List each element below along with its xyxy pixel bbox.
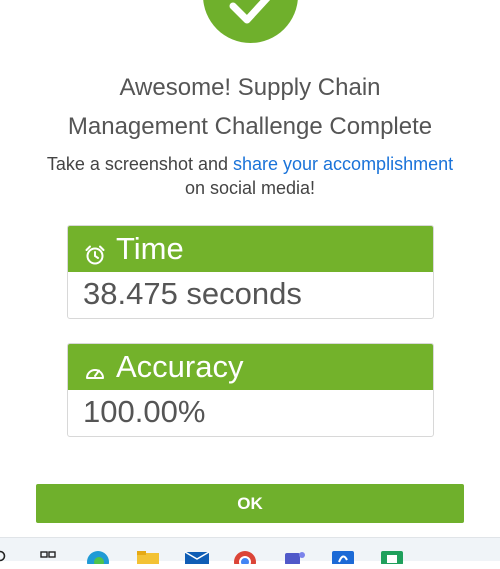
speedometer-icon	[84, 356, 106, 379]
share-instructions: Take a screenshot and share your accompl…	[40, 152, 460, 200]
success-check-badge	[203, 0, 298, 43]
accuracy-stat-label: Accuracy	[116, 349, 244, 384]
file-explorer-icon[interactable]	[136, 550, 159, 565]
headline-line-2: Management Challenge Complete	[67, 113, 433, 140]
chrome-icon[interactable]	[233, 550, 256, 569]
mail-icon[interactable]	[184, 550, 210, 565]
teams-icon[interactable]	[283, 550, 305, 565]
ok-button[interactable]: OK	[36, 484, 464, 523]
accuracy-stat-value: 100.00%	[83, 394, 206, 429]
edge-browser-icon[interactable]	[86, 550, 109, 569]
share-accomplishment-link[interactable]: share your accomplishment	[233, 154, 453, 174]
share-text-before: Take a screenshot and	[46, 154, 233, 174]
accuracy-stat-header: Accuracy	[68, 344, 433, 390]
time-stat-label: Time	[116, 231, 184, 266]
alarm-clock-icon	[84, 238, 106, 265]
accuracy-stat-card: Accuracy 100.00%	[67, 343, 434, 437]
share-text-after: on social media!	[184, 178, 316, 198]
time-stat-header: Time	[68, 226, 433, 272]
search-icon[interactable]	[0, 550, 16, 564]
time-stat-value: 38.475 seconds	[83, 276, 302, 311]
time-stat-card: Time 38.475 seconds	[67, 225, 434, 319]
completion-headline: Awesome! Supply Chain Management Challen…	[0, 68, 500, 146]
app-store-icon[interactable]	[331, 550, 354, 565]
media-app-icon[interactable]	[380, 550, 403, 565]
task-view-icon[interactable]	[39, 550, 61, 564]
taskbar	[0, 537, 500, 569]
checkmark-icon	[229, 0, 271, 24]
headline-line-1: Awesome! Supply Chain	[119, 74, 381, 101]
